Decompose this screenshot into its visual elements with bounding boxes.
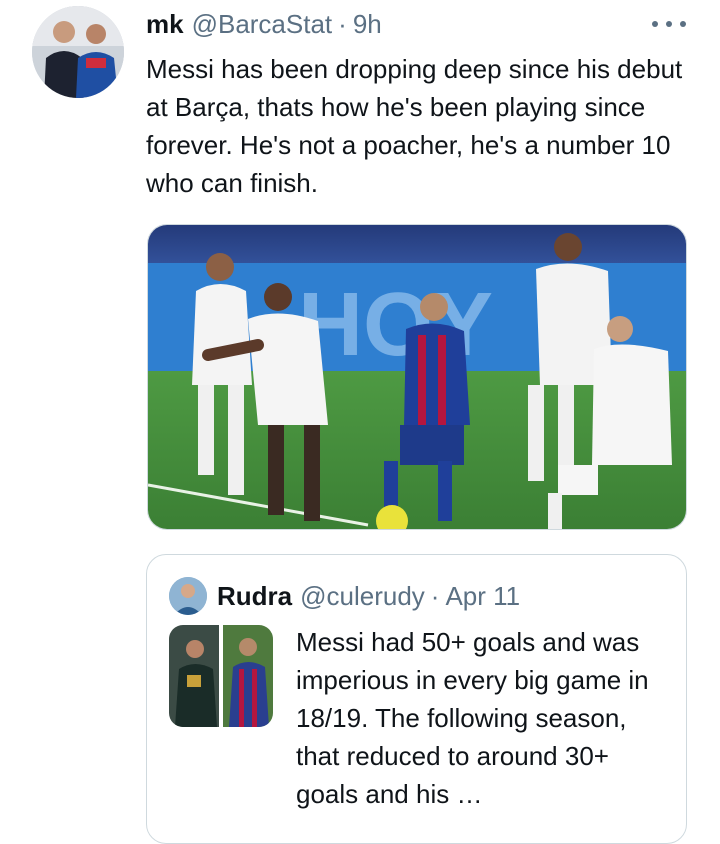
quoted-tweet-date[interactable]: Apr 11 xyxy=(445,581,520,612)
thumbnail-right xyxy=(223,625,273,727)
more-dot xyxy=(666,21,672,27)
more-dot xyxy=(680,21,686,27)
quoted-header-separator: · xyxy=(430,580,440,611)
quoted-avatar-photo xyxy=(169,577,207,615)
quoted-media-thumbnail[interactable] xyxy=(169,625,273,727)
quoted-author-name[interactable]: Rudra xyxy=(217,581,292,612)
quoted-tweet[interactable]: Rudra @culerudy · Apr 11 Messi had 50+ g… xyxy=(146,554,687,844)
header-separator: · xyxy=(338,8,347,39)
more-dot xyxy=(652,21,658,27)
tweet-header: mk @BarcaStat · 9h xyxy=(146,7,382,41)
author-name[interactable]: mk xyxy=(146,9,184,40)
quoted-author-handle[interactable]: @culerudy xyxy=(300,581,425,612)
author-handle[interactable]: @BarcaStat xyxy=(192,9,333,40)
tweet-timestamp[interactable]: 9h xyxy=(353,9,382,40)
quoted-author-avatar[interactable] xyxy=(169,577,207,615)
more-options-icon[interactable] xyxy=(652,12,686,36)
quoted-tweet-text: Messi had 50+ goals and was imperious in… xyxy=(296,627,649,809)
tweet-text: Messi has been dropping deep since his d… xyxy=(146,54,683,198)
thumbnail-left xyxy=(169,625,219,727)
football-match-photo: HOY xyxy=(148,225,686,529)
tweet-media-image[interactable]: HOY xyxy=(147,224,687,530)
author-avatar[interactable] xyxy=(32,6,124,98)
avatar-photo xyxy=(32,6,124,98)
quoted-tweet-header: Rudra @culerudy · Apr 11 xyxy=(217,579,520,613)
